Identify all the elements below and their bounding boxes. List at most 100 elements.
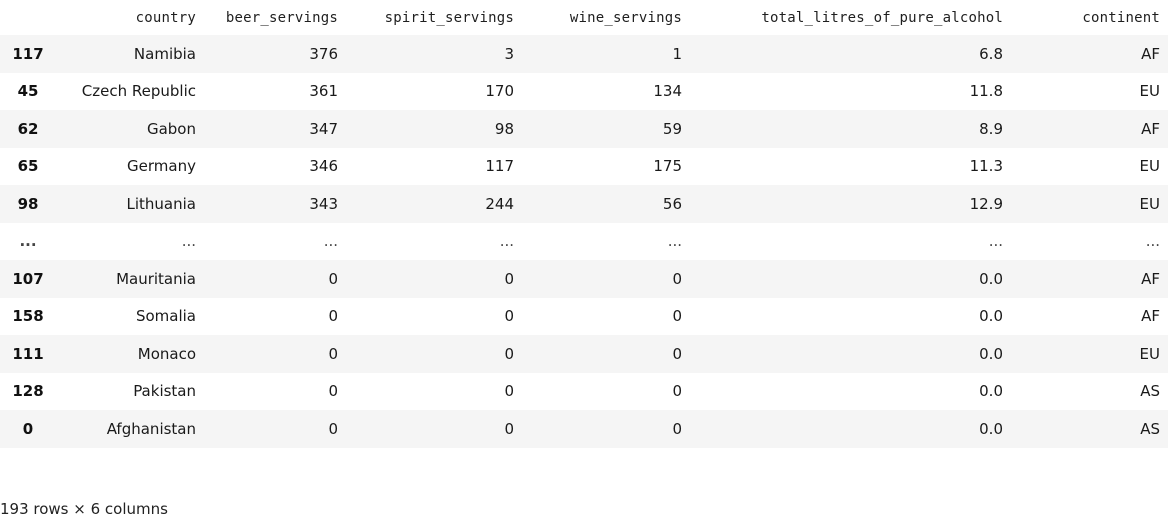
row-index: 107 — [12, 269, 44, 288]
cell-spirit-servings: 244 — [485, 194, 514, 213]
table-row: 111 Monaco 0 0 0 0.0 EU — [0, 335, 1168, 373]
cell-total-litres: 11.3 — [969, 157, 1003, 176]
cell-spirit-servings: 0 — [504, 344, 514, 363]
cell-continent: AF — [1141, 269, 1160, 288]
header-country: country — [135, 9, 196, 26]
cell-country: Gabon — [146, 119, 196, 138]
cell-continent: EU — [1139, 157, 1160, 176]
table-row: 0 Afghanistan 0 0 0 0.0 AS — [0, 410, 1168, 448]
cell-total-litres: 0.0 — [979, 344, 1003, 363]
header-wine-servings: wine_servings — [569, 9, 682, 26]
cell-continent: EU — [1139, 344, 1160, 363]
table-row: 107 Mauritania 0 0 0 0.0 AF — [0, 260, 1168, 298]
cell-wine-servings: 134 — [653, 82, 682, 101]
table-body: 117 Namibia 376 3 1 6.8 AF 45 Czech Repu… — [0, 35, 1168, 448]
cell-country: Namibia — [133, 44, 196, 63]
cell-continent: AF — [1141, 44, 1160, 63]
cell-beer-servings: 343 — [309, 194, 338, 213]
cell-country: Lithuania — [126, 194, 196, 213]
cell-spirit-servings: 3 — [504, 44, 514, 63]
table-row: 158 Somalia 0 0 0 0.0 AF — [0, 298, 1168, 336]
cell-wine-servings: 0 — [672, 307, 682, 326]
cell-beer-servings: 347 — [309, 119, 338, 138]
cell-spirit-servings: 98 — [494, 119, 514, 138]
cell-wine-servings: 0 — [672, 419, 682, 438]
cell-country: Afghanistan — [106, 419, 196, 438]
table-row: 98 Lithuania 343 244 56 12.9 EU — [0, 185, 1168, 223]
cell-total-litres: 0.0 — [979, 419, 1003, 438]
cell-spirit-servings: 170 — [485, 82, 514, 101]
cell-total-litres: 6.8 — [979, 44, 1003, 63]
cell-beer-servings: 0 — [328, 344, 338, 363]
cell-total-litres: ... — [988, 232, 1003, 251]
cell-continent: EU — [1139, 82, 1160, 101]
cell-beer-servings: 0 — [328, 419, 338, 438]
cell-wine-servings: 59 — [662, 119, 682, 138]
cell-country: Germany — [127, 157, 196, 176]
table-row: 117 Namibia 376 3 1 6.8 AF — [0, 35, 1168, 73]
cell-continent: EU — [1139, 194, 1160, 213]
row-index: 0 — [22, 419, 34, 438]
cell-spirit-servings: 0 — [504, 307, 514, 326]
cell-beer-servings: 346 — [309, 157, 338, 176]
cell-continent: ... — [1145, 232, 1160, 251]
cell-wine-servings: 1 — [672, 44, 682, 63]
cell-total-litres: 0.0 — [979, 307, 1003, 326]
cell-country: Pakistan — [133, 382, 196, 401]
row-index: 158 — [12, 307, 44, 326]
cell-country: ... — [181, 232, 196, 251]
cell-wine-servings: 175 — [653, 157, 682, 176]
table-row: 62 Gabon 347 98 59 8.9 AF — [0, 110, 1168, 148]
cell-wine-servings: 0 — [672, 269, 682, 288]
table-row: 128 Pakistan 0 0 0 0.0 AS — [0, 373, 1168, 411]
cell-spirit-servings: 0 — [504, 419, 514, 438]
cell-total-litres: 0.0 — [979, 269, 1003, 288]
cell-wine-servings: 0 — [672, 382, 682, 401]
cell-beer-servings: 376 — [309, 44, 338, 63]
header-continent: continent — [1082, 9, 1160, 26]
cell-country: Monaco — [137, 344, 196, 363]
cell-spirit-servings: ... — [499, 232, 514, 251]
table-row: 65 Germany 346 117 175 11.3 EU — [0, 148, 1168, 186]
row-index: 111 — [12, 344, 44, 363]
cell-beer-servings: 0 — [328, 269, 338, 288]
cell-wine-servings: ... — [667, 232, 682, 251]
cell-spirit-servings: 0 — [504, 269, 514, 288]
dataframe-shape-summary: 193 rows × 6 columns — [0, 500, 168, 518]
cell-beer-servings: ... — [323, 232, 338, 251]
cell-beer-servings: 0 — [328, 307, 338, 326]
cell-spirit-servings: 0 — [504, 382, 514, 401]
cell-continent: AS — [1140, 382, 1160, 401]
header-beer-servings: beer_servings — [225, 9, 338, 26]
cell-beer-servings: 361 — [309, 82, 338, 101]
cell-beer-servings: 0 — [328, 382, 338, 401]
cell-country: Somalia — [135, 307, 196, 326]
row-index: 98 — [17, 194, 39, 213]
cell-total-litres: 11.8 — [969, 82, 1003, 101]
row-index: 65 — [17, 157, 39, 176]
cell-country: Czech Republic — [81, 82, 196, 101]
header-index — [0, 0, 56, 35]
cell-total-litres: 12.9 — [969, 194, 1003, 213]
row-index: 128 — [12, 382, 44, 401]
header-total-litres: total_litres_of_pure_alcohol — [761, 9, 1003, 26]
dataframe-output: country beer_servings spirit_servings wi… — [0, 0, 1174, 448]
cell-continent: AS — [1140, 419, 1160, 438]
cell-spirit-servings: 117 — [485, 157, 514, 176]
header-spirit-servings: spirit_servings — [384, 9, 514, 26]
cell-total-litres: 8.9 — [979, 119, 1003, 138]
cell-country: Mauritania — [116, 269, 196, 288]
row-index: ... — [19, 232, 37, 251]
table-row: 45 Czech Republic 361 170 134 11.8 EU — [0, 73, 1168, 111]
header-row: country beer_servings spirit_servings wi… — [0, 0, 1168, 35]
cell-wine-servings: 0 — [672, 344, 682, 363]
table-header: country beer_servings spirit_servings wi… — [0, 0, 1168, 35]
ellipsis-row: ... ... ... ... ... ... ... — [0, 223, 1168, 261]
row-index: 62 — [17, 119, 39, 138]
row-index: 117 — [12, 44, 44, 63]
cell-total-litres: 0.0 — [979, 382, 1003, 401]
cell-continent: AF — [1141, 307, 1160, 326]
row-index: 45 — [17, 82, 39, 101]
dataframe-table: country beer_servings spirit_servings wi… — [0, 0, 1168, 448]
cell-wine-servings: 56 — [662, 194, 682, 213]
